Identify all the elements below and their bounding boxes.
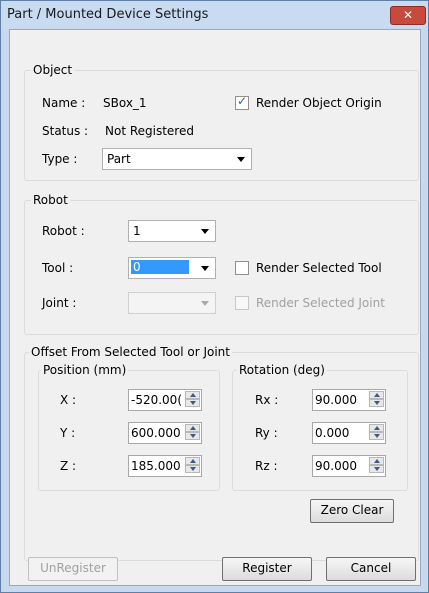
z-label: Z : [60,459,77,473]
status-value: Not Registered [105,124,194,138]
chevron-down-icon [201,229,209,234]
unregister-button[interactable]: UnRegister [28,557,118,581]
type-value: Part [107,152,131,166]
spin-up-icon[interactable] [369,457,384,465]
robot-dropdown[interactable]: 1 [128,220,216,242]
spin-up-icon[interactable] [369,424,384,432]
z-spin-buttons[interactable] [185,457,200,473]
rx-label: Rx : [255,393,279,407]
window-title: Part / Mounted Device Settings [7,7,209,22]
rx-value: 90.000 [315,393,357,407]
x-label: X : [60,393,77,407]
offset-group-label: Offset From Selected Tool or Joint [29,345,232,359]
tool-selection-highlight: 0 [131,260,189,274]
object-group-label: Object [31,63,75,77]
x-spin-buttons[interactable] [185,391,200,407]
rotation-group-label: Rotation (deg) [237,363,327,377]
ry-spin-buttons[interactable] [369,424,384,440]
tool-value: 0 [133,260,141,274]
robot-group-label: Robot [31,193,70,207]
type-dropdown[interactable]: Part [102,148,252,170]
robot-value: 1 [133,224,141,238]
name-value: SBox_1 [103,96,147,110]
y-spin-buttons[interactable] [185,424,200,440]
zero-clear-button[interactable]: Zero Clear [310,499,394,523]
spin-up-icon[interactable] [185,391,200,399]
spin-down-icon[interactable] [185,399,200,407]
render-object-origin-checkbox[interactable] [235,94,249,110]
spin-up-icon[interactable] [185,457,200,465]
rz-spinbox[interactable]: 90.000 [312,455,386,477]
position-group-label: Position (mm) [41,363,129,377]
chevron-down-icon [201,301,209,306]
z-value: 185.000 [131,459,181,473]
x-spinbox[interactable]: -520.00( [128,389,202,411]
joint-label: Joint : [42,296,77,310]
spin-down-icon[interactable] [369,432,384,440]
tool-label: Tool : [42,261,74,275]
register-button[interactable]: Register [222,557,312,581]
y-label: Y : [60,426,76,440]
ry-value: 0.000 [315,426,350,440]
spin-down-icon[interactable] [185,465,200,473]
robot-label: Robot : [42,224,85,238]
rx-spin-buttons[interactable] [369,391,384,407]
type-label: Type : [42,152,78,166]
spin-down-icon[interactable] [369,465,384,473]
title-bar[interactable]: Part / Mounted Device Settings ✕ [1,1,428,28]
render-selected-tool-label[interactable]: Render Selected Tool [256,261,382,275]
y-spinbox[interactable]: 600.000 [128,422,202,444]
render-selected-joint-label[interactable]: Render Selected Joint [256,296,385,310]
dialog-client-area: Object Name : SBox_1 Render Object Origi… [9,29,421,586]
tool-dropdown[interactable]: 0 [128,257,216,279]
spin-down-icon[interactable] [185,432,200,440]
ry-label: Ry : [255,426,278,440]
z-spinbox[interactable]: 185.000 [128,455,202,477]
dialog-window: Part / Mounted Device Settings ✕ Object … [0,0,429,593]
chevron-down-icon [201,266,209,271]
chevron-down-icon [237,157,245,162]
x-value: -520.00( [131,393,182,407]
close-button[interactable]: ✕ [390,6,426,25]
rx-spinbox[interactable]: 90.000 [312,389,386,411]
rz-spin-buttons[interactable] [369,457,384,473]
status-label: Status : [42,124,89,138]
cancel-button[interactable]: Cancel [326,557,416,581]
ry-spinbox[interactable]: 0.000 [312,422,386,444]
rz-value: 90.000 [315,459,357,473]
spin-up-icon[interactable] [369,391,384,399]
spin-up-icon[interactable] [185,424,200,432]
y-value: 600.000 [131,426,181,440]
spin-down-icon[interactable] [369,399,384,407]
rz-label: Rz : [255,459,278,473]
render-object-origin-label[interactable]: Render Object Origin [256,96,382,110]
joint-dropdown[interactable] [128,292,216,314]
close-icon: ✕ [402,8,414,22]
render-selected-tool-checkbox[interactable] [235,261,249,275]
name-label: Name : [42,96,86,110]
render-selected-joint-checkbox[interactable] [235,296,249,310]
